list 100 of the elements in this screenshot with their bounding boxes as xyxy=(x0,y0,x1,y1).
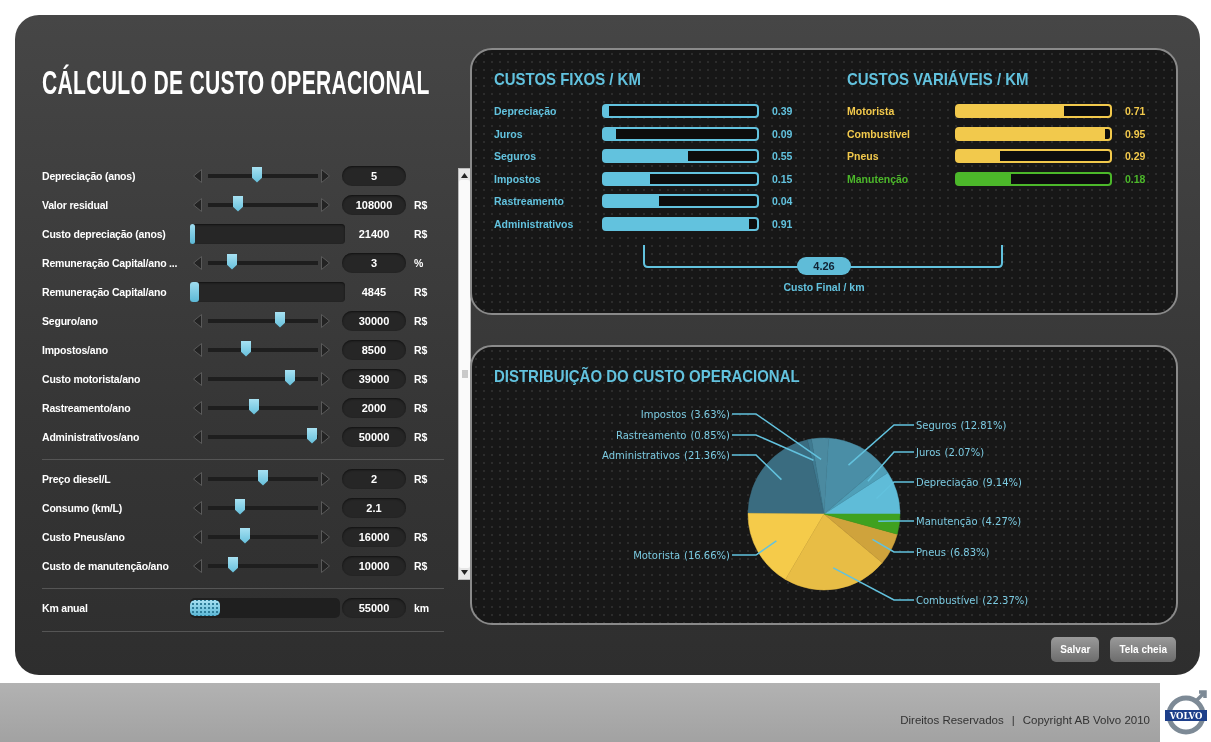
value-field[interactable]: 10000 xyxy=(342,555,406,576)
up-arrow-icon[interactable] xyxy=(461,173,468,178)
unit-label: km xyxy=(414,601,431,614)
slider-thumb[interactable] xyxy=(241,340,251,357)
value-field[interactable]: 5 xyxy=(342,165,406,186)
cost-label: Juros xyxy=(494,127,524,140)
action-button[interactable]: Tela cheia xyxy=(1110,637,1176,662)
value-field[interactable]: 30000 xyxy=(342,310,406,331)
value-field[interactable]: 16000 xyxy=(342,526,406,547)
section-heading: CUSTOS FIXOS / KM xyxy=(494,70,641,90)
slider-thumb[interactable] xyxy=(233,195,243,212)
slice-label: Combustível (22.37%) xyxy=(916,594,1029,606)
unit-label: R$ xyxy=(414,314,429,327)
leader-line xyxy=(871,538,915,553)
page-title: CÁLCULO DE CUSTO OPERACIONAL xyxy=(42,63,430,102)
slider-thumb[interactable] xyxy=(249,398,259,415)
cost-value: 0.29 xyxy=(1125,150,1147,163)
cost-label: Depreciação xyxy=(494,105,558,118)
cost-label: Seguros xyxy=(494,150,537,163)
parameter-label: Valor residual xyxy=(42,198,110,211)
slice-label: Manutenção (4.27%) xyxy=(916,515,1022,527)
cost-label: Manutenção xyxy=(847,172,910,185)
unit-label: R$ xyxy=(414,285,429,298)
unit-label: R$ xyxy=(414,372,429,385)
parameter-label: Consumo (km/L) xyxy=(42,501,124,514)
slider-thumb[interactable] xyxy=(285,369,295,386)
leader-line xyxy=(847,424,915,466)
parameter-label: Administrativos/ano xyxy=(42,430,141,443)
separator-text: | xyxy=(1011,713,1015,726)
leader-line xyxy=(877,520,915,523)
parameter-label: Km anual xyxy=(42,601,89,614)
total-value: 4.26 xyxy=(797,257,851,275)
leader-line xyxy=(731,540,778,556)
cost-value: 0.55 xyxy=(772,150,794,163)
slider-thumb[interactable] xyxy=(228,556,238,573)
unit-label: R$ xyxy=(414,472,429,485)
cost-value: 0.95 xyxy=(1125,127,1147,140)
section-heading: CUSTOS VARIÁVEIS / KM xyxy=(847,70,1029,90)
cost-value: 0.04 xyxy=(772,195,794,208)
value-field[interactable]: 8500 xyxy=(342,339,406,360)
cost-value: 0.71 xyxy=(1125,105,1147,118)
down-arrow-icon[interactable] xyxy=(461,570,468,575)
cost-label: Combustível xyxy=(847,127,911,140)
parameter-label: Remuneração Capital/ano xyxy=(42,285,168,298)
value-field[interactable]: 2 xyxy=(342,468,406,489)
slice-label: Administrativos (21.36%) xyxy=(602,449,730,461)
cost-label: Impostos xyxy=(494,172,542,185)
cost-value: 0.39 xyxy=(772,105,794,118)
value-field[interactable]: 39000 xyxy=(342,368,406,389)
unit-label: % xyxy=(414,256,425,269)
slider-thumb[interactable] xyxy=(240,527,250,544)
unit-label: R$ xyxy=(414,343,429,356)
unit-label: R$ xyxy=(414,430,429,443)
parameter-label: Seguro/ano xyxy=(42,314,99,327)
parameter-label: Impostos/ano xyxy=(42,343,109,356)
slider-thumb[interactable] xyxy=(190,599,220,616)
unit-label: R$ xyxy=(414,401,429,414)
chart-title: DISTRIBUIÇÃO DO CUSTO OPERACIONAL xyxy=(494,367,800,387)
slice-label: Juros (2.07%) xyxy=(916,446,985,458)
copyright-text: Copyright AB Volvo 2010 xyxy=(1022,713,1150,726)
value-field[interactable]: 2.1 xyxy=(342,497,406,518)
slice-label: Rastreamento (0.85%) xyxy=(616,429,730,441)
unit-label: R$ xyxy=(414,198,429,211)
unit-label: R$ xyxy=(414,530,429,543)
slider-thumb[interactable] xyxy=(252,166,262,183)
cost-value: 0.18 xyxy=(1125,172,1147,185)
slider-thumb[interactable] xyxy=(258,469,268,486)
value-field[interactable]: 50000 xyxy=(342,426,406,447)
computed-value: 4845 xyxy=(360,285,388,298)
cost-value: 0.91 xyxy=(772,217,794,230)
value-field[interactable]: 108000 xyxy=(342,194,406,215)
total-label: Custo Final / km xyxy=(783,281,865,293)
parameter-label: Depreciação (anos) xyxy=(42,169,137,182)
value-field[interactable]: 55000 xyxy=(342,597,406,618)
scrollbar-thumb[interactable] xyxy=(459,180,470,568)
unit-label: R$ xyxy=(414,559,429,572)
slider-thumb[interactable] xyxy=(307,427,317,444)
parameter-label: Custo motorista/ano xyxy=(42,372,142,385)
slider[interactable] xyxy=(190,597,340,618)
slider-thumb[interactable] xyxy=(275,311,285,328)
parameter-label: Remuneração Capital/ano ... xyxy=(42,256,179,269)
parameter-label: Custo depreciação (anos) xyxy=(42,227,167,240)
cost-label: Administrativos xyxy=(494,217,575,230)
parameter-label: Rastreamento/ano xyxy=(42,401,132,414)
value-field[interactable]: 2000 xyxy=(342,397,406,418)
parameter-label: Custo Pneus/ano xyxy=(42,530,126,543)
computed-value: 21400 xyxy=(357,227,391,240)
slider-thumb[interactable] xyxy=(235,498,245,515)
slice-label: Seguros (12.81%) xyxy=(916,419,1007,431)
parameter-label: Preço diesel/L xyxy=(42,472,112,485)
logo: VOLVO xyxy=(1163,689,1208,736)
slice-label: Impostos (3.63%) xyxy=(640,408,730,420)
action-button[interactable]: Salvar xyxy=(1051,637,1100,662)
value-field[interactable]: 3 xyxy=(342,252,406,273)
parameter-label: Custo de manutenção/ano xyxy=(42,559,170,572)
slice-label: Pneus (6.83%) xyxy=(916,546,990,558)
slice-label: Depreciação (9.14%) xyxy=(916,476,1022,488)
slider-thumb[interactable] xyxy=(227,253,237,270)
cost-value: 0.09 xyxy=(772,127,794,140)
cost-label: Pneus xyxy=(847,150,880,163)
